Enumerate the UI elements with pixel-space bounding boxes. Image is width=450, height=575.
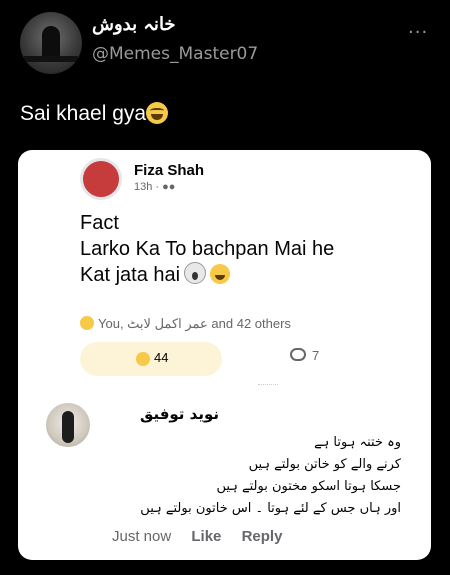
tweet-text-content: Sai khael gya — [20, 102, 147, 125]
post-author-name: Fiza Shah — [134, 162, 205, 179]
comment-line: وہ ختنہ ہوتا ہے — [314, 435, 401, 450]
friends-icon: ●● — [162, 181, 176, 193]
comment-line: کرنے والے کو خاتن بولتے ہیں — [248, 457, 401, 472]
like-button: Like — [191, 528, 222, 545]
haha-reaction-icon — [80, 316, 94, 330]
post-author-avatar — [80, 158, 122, 200]
tweet-header: خانہ بدوش @Memes_Master07 ··· — [0, 0, 450, 90]
reactions-summary-text: You, عمر اکمل لابٹ and 42 others — [98, 316, 291, 331]
user-avatar[interactable] — [20, 12, 82, 74]
divider — [258, 384, 278, 385]
comment-count: 7 — [312, 348, 320, 363]
reaction-count: 44 — [154, 350, 169, 365]
post-line-with-emoji: Kat jata hai — [80, 262, 400, 288]
haha-reaction-icon — [136, 352, 150, 366]
post-line: Fact — [80, 212, 119, 234]
avatar-bench — [24, 56, 78, 62]
comment-icon — [290, 348, 306, 361]
screaming-face-icon — [184, 262, 207, 284]
tweet-text: Sai khael gya — [20, 102, 169, 126]
post-text: Fact Larko Ka To bachpan Mai he Kat jata… — [80, 210, 400, 288]
embedded-facebook-screenshot[interactable]: Fiza Shah 13h · ●● Fact Larko Ka To bach… — [18, 150, 431, 560]
post-line: Kat jata hai — [80, 264, 181, 286]
comment-line: اور ہاں جس کے لئے ہوتا ۔ اس خاتون بولتے … — [140, 501, 401, 516]
comment-time: Just now — [112, 528, 172, 545]
laughing-tears-icon — [146, 102, 169, 124]
reaction-pill: 44 — [80, 342, 222, 376]
comment-line: جسکا ہوتا اسکو مختون بولتے ہیں — [216, 479, 401, 494]
post-meta: 13h · ●● — [134, 181, 175, 193]
laughing-cat-icon — [210, 264, 231, 284]
reactions-summary: You, عمر اکمل لابٹ and 42 others — [80, 316, 291, 332]
commenter-figure — [62, 411, 74, 443]
user-handle[interactable]: @Memes_Master07 — [92, 44, 258, 64]
reply-button: Reply — [241, 528, 283, 545]
comment-actions: Just now Like Reply — [112, 528, 298, 545]
comment-body: وہ ختنہ ہوتا ہے کرنے والے کو خاتن بولتے … — [81, 432, 401, 520]
commenter-name: نوید توفیق — [139, 405, 219, 423]
post-time: 13h — [134, 181, 153, 193]
display-name[interactable]: خانہ بدوش — [92, 14, 176, 35]
more-options-icon[interactable]: ··· — [408, 22, 428, 43]
post-line: Larko Ka To bachpan Mai he — [80, 238, 335, 260]
